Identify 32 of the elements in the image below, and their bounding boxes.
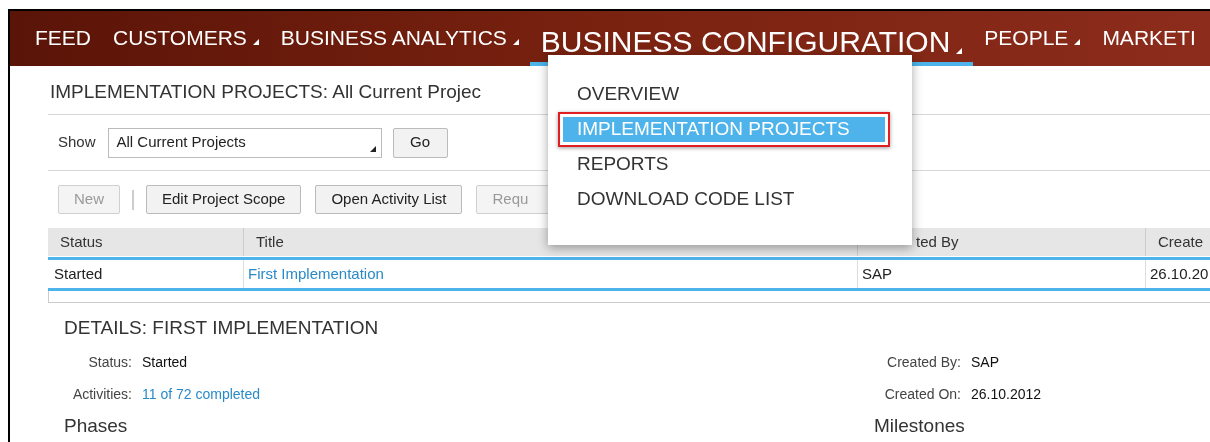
section-heading: Phases xyxy=(64,413,129,438)
field-value: Started xyxy=(142,353,188,372)
go-button[interactable]: Go xyxy=(392,127,448,158)
table-cell-text: SAP xyxy=(862,263,892,284)
menu-item[interactable]: REPORTS xyxy=(563,152,897,177)
show-dropdown[interactable]: All Current Projects xyxy=(107,127,382,158)
menu-item[interactable]: OVERVIEW xyxy=(563,82,897,107)
section-heading: Milestones xyxy=(874,413,966,438)
nav-tab[interactable]: CUSTOMERS xyxy=(102,27,270,66)
section-title: DETAILS: FIRST IMPLEMENTATION xyxy=(64,316,380,340)
show-label: Show xyxy=(58,132,96,153)
column-header: Status xyxy=(59,231,104,252)
title-link[interactable]: First Implementation xyxy=(248,262,384,286)
toolbar-button[interactable]: Open Activity List xyxy=(315,185,463,214)
column-header: Create xyxy=(1145,228,1210,256)
caret-icon xyxy=(369,145,376,152)
field-value: 26.10.2012 xyxy=(971,385,1042,404)
field-value: SAP xyxy=(971,353,999,372)
nav-tab[interactable]: PEOPLE xyxy=(973,27,1092,66)
table-row[interactable]: Started First Implementation SAP 26.10.20 xyxy=(48,257,1210,291)
activities-link[interactable]: 11 of 72 completed xyxy=(142,384,261,405)
page-title: IMPLEMENTATION PROJECTS: All Current Projec xyxy=(50,79,482,104)
nav-tab[interactable]: BUSINESS ANALYTICS xyxy=(269,27,530,66)
field-label: Created By: xyxy=(886,353,962,372)
toolbar-button[interactable]: Edit Project Scope xyxy=(146,185,302,214)
field-label: Activities: xyxy=(71,385,133,404)
field-label: Status: xyxy=(87,353,133,372)
field-label: Created On: xyxy=(883,385,962,404)
table-cell-text: Started xyxy=(54,263,103,284)
nav-tab[interactable]: MARKETI xyxy=(1091,27,1207,66)
nav-tab[interactable]: FEED xyxy=(24,27,102,66)
table-cell-text: 26.10.20 xyxy=(1150,263,1209,284)
